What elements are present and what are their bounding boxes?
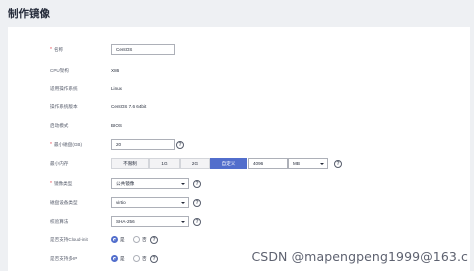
form-row-boot-mode: 启动模式 BIOS bbox=[8, 119, 470, 133]
os-label: 适用操作系统 bbox=[50, 86, 78, 91]
cpu-arch-label: CPU架构 bbox=[50, 68, 69, 73]
name-label-text: 名称 bbox=[53, 47, 64, 52]
memory-unit-select[interactable]: MB bbox=[288, 158, 328, 169]
help-icon[interactable]: ? bbox=[193, 217, 201, 226]
os-value: Linux bbox=[111, 86, 122, 91]
memory-option-2g[interactable]: 2G bbox=[180, 158, 210, 169]
multi-ip-no-label: 否 bbox=[142, 256, 147, 261]
memory-unit-value: MB bbox=[293, 161, 300, 166]
watermark: CSDN @mapengpeng1999@163.c bbox=[251, 249, 468, 264]
help-icon[interactable]: ? bbox=[334, 159, 342, 168]
required-mark: * bbox=[50, 47, 52, 53]
chevron-down-icon bbox=[181, 182, 185, 185]
required-mark: * bbox=[50, 181, 52, 187]
min-disk-input[interactable]: 20 bbox=[111, 139, 175, 150]
form-row-os-version: 操作系统版本 CentOS 7.6 64bit bbox=[8, 100, 470, 114]
form-row-name: * 名称 CentOS bbox=[8, 43, 470, 57]
os-version-value: CentOS 7.6 64bit bbox=[111, 104, 147, 109]
form-row-min-disk: * 最小磁盘(GB) 20 ? bbox=[8, 138, 470, 152]
min-disk-label-text: 最小磁盘(GB) bbox=[53, 142, 83, 147]
form-row-cloud-init: 是否支持Cloud-init 是 否 ? bbox=[8, 233, 470, 247]
form-row-image-type: * 镜像类型 公共镜像 ? bbox=[8, 177, 470, 191]
chevron-down-icon bbox=[320, 162, 324, 165]
help-icon[interactable]: ? bbox=[193, 198, 201, 207]
form-row-min-memory: 最小内存 不限制 1G 2G 自定义 4096 MB ? bbox=[8, 157, 470, 171]
image-type-select[interactable]: 公共镜像 bbox=[111, 178, 189, 189]
cloud-init-radio-group: 是 否 bbox=[111, 236, 171, 244]
help-icon[interactable]: ? bbox=[176, 140, 184, 149]
checksum-label: 校验算法 bbox=[50, 219, 69, 224]
os-version-label: 操作系统版本 bbox=[50, 104, 78, 109]
form-row-cpu-arch: CPU架构 X86 bbox=[8, 64, 470, 78]
min-disk-label: * 最小磁盘(GB) bbox=[50, 138, 82, 152]
multi-ip-radio-group: 是 否 bbox=[111, 255, 171, 263]
multi-ip-yes-label: 是 bbox=[120, 256, 125, 261]
name-input[interactable]: CentOS bbox=[111, 44, 175, 55]
help-icon[interactable]: ? bbox=[193, 179, 201, 188]
memory-custom-input[interactable]: 4096 bbox=[248, 158, 288, 169]
checksum-select[interactable]: SHA-256 bbox=[111, 216, 189, 227]
chevron-down-icon bbox=[181, 201, 185, 204]
form-row-os: 适用操作系统 Linux bbox=[8, 82, 470, 96]
boot-mode-label: 启动模式 bbox=[50, 123, 69, 128]
image-type-label: * 镜像类型 bbox=[50, 177, 72, 191]
image-type-label-text: 镜像类型 bbox=[53, 181, 73, 186]
memory-option-1g[interactable]: 1G bbox=[149, 158, 180, 169]
image-type-value: 公共镜像 bbox=[116, 181, 135, 186]
cloud-init-yes-radio[interactable] bbox=[111, 236, 118, 243]
disk-device-type-label: 磁盘设备类型 bbox=[50, 200, 78, 205]
memory-option-custom[interactable]: 自定义 bbox=[210, 158, 247, 169]
disk-device-type-value: virtio bbox=[116, 200, 126, 205]
form-row-checksum: 校验算法 SHA-256 ? bbox=[8, 215, 470, 229]
help-icon[interactable]: ? bbox=[150, 254, 158, 263]
min-memory-label: 最小内存 bbox=[50, 161, 69, 166]
memory-option-unlimited[interactable]: 不限制 bbox=[111, 158, 149, 169]
create-image-form: * 名称 CentOS CPU架构 X86 适用操作系统 Linux 操作系统版本… bbox=[8, 27, 470, 271]
disk-device-type-select[interactable]: virtio bbox=[111, 197, 189, 208]
checksum-value: SHA-256 bbox=[116, 219, 135, 224]
cloud-init-yes-label: 是 bbox=[120, 237, 125, 242]
required-mark: * bbox=[50, 142, 52, 148]
multi-ip-no-radio[interactable] bbox=[133, 255, 140, 262]
multi-ip-label: 是否支持多IP bbox=[50, 256, 78, 261]
cloud-init-label: 是否支持Cloud-init bbox=[50, 237, 88, 242]
page-title: 制作镜像 bbox=[8, 8, 50, 20]
form-row-disk-device-type: 磁盘设备类型 virtio ? bbox=[8, 196, 470, 210]
cpu-arch-value: X86 bbox=[111, 68, 120, 73]
boot-mode-value: BIOS bbox=[111, 123, 122, 128]
help-icon[interactable]: ? bbox=[150, 235, 158, 244]
chevron-down-icon bbox=[181, 220, 185, 223]
cloud-init-no-label: 否 bbox=[142, 237, 147, 242]
cloud-init-no-radio[interactable] bbox=[133, 236, 140, 243]
multi-ip-yes-radio[interactable] bbox=[111, 255, 118, 262]
name-label: * 名称 bbox=[50, 43, 63, 57]
